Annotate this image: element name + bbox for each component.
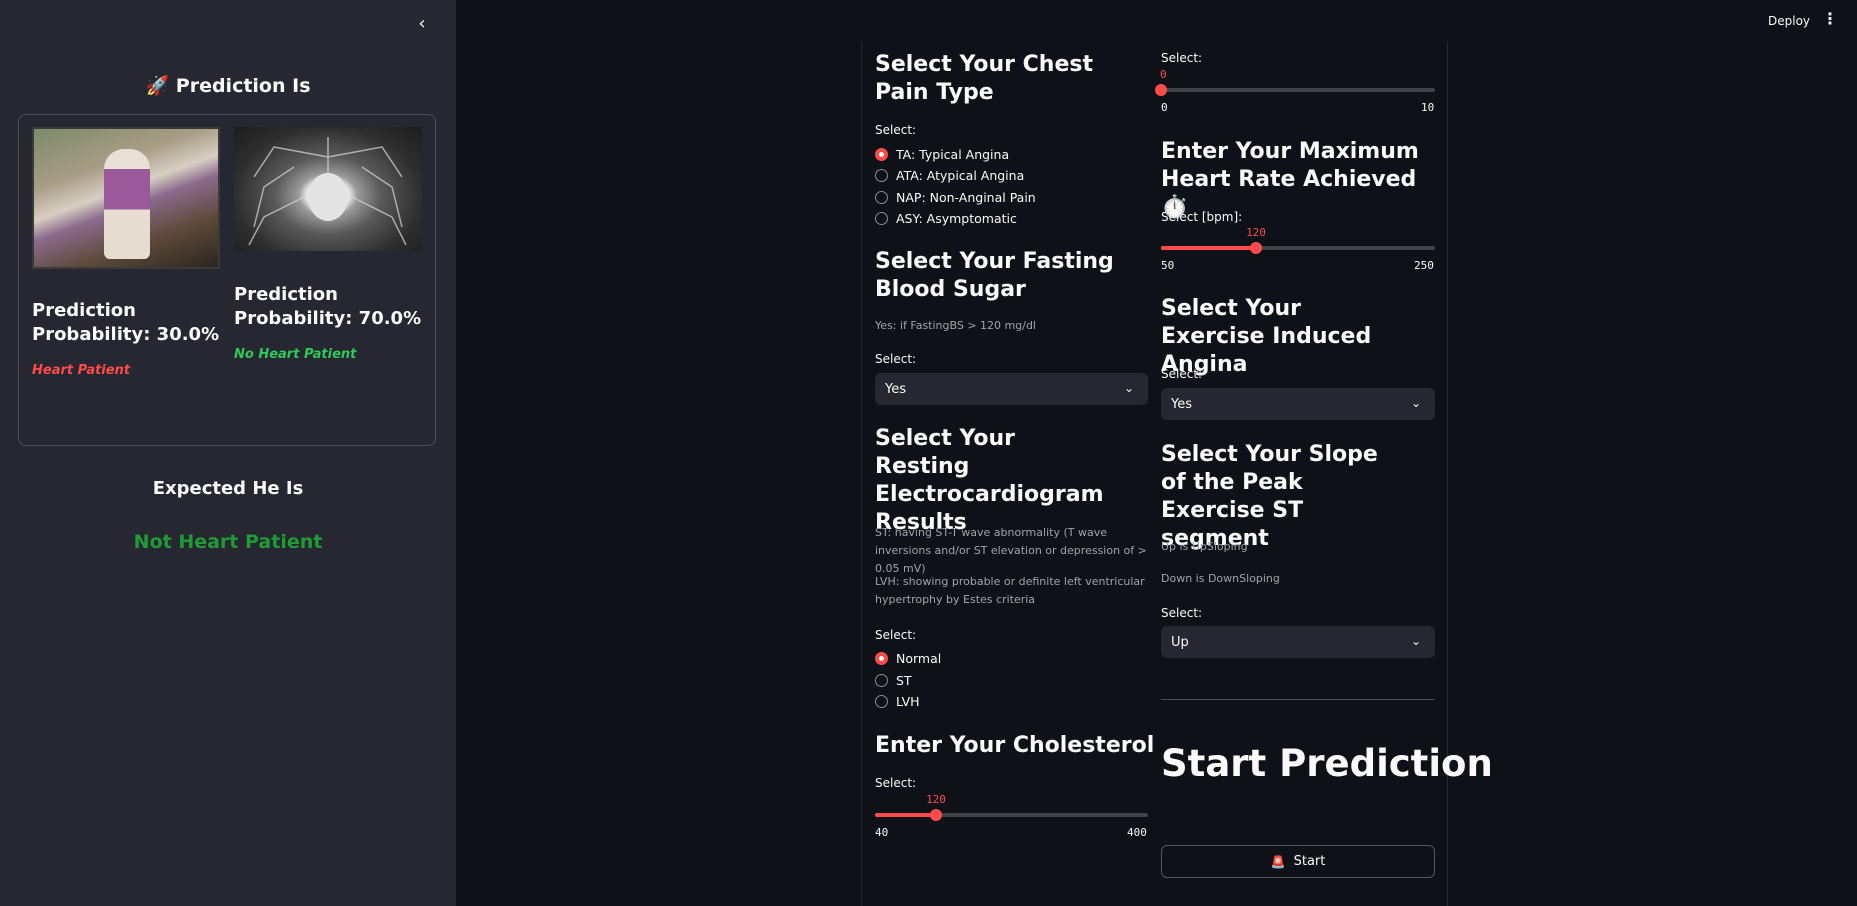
angina-label: Select: [1161, 367, 1203, 381]
oldpeak-slider-value: 0 [1160, 68, 1167, 81]
result-column-2: Prediction Probability: 70.0% No Heart P… [234, 127, 422, 362]
sidebar-title: 🚀 Prediction Is [145, 75, 311, 97]
sidebar: ‹ 🚀 Prediction Is Prediction Probability… [0, 0, 456, 906]
chevron-down-icon: ⌄ [1123, 381, 1134, 395]
deploy-button[interactable]: Deploy [1768, 14, 1810, 28]
fasting-label: Select: [875, 352, 917, 366]
prediction-probability: Prediction Probability: 30.0% [32, 300, 220, 345]
slider-thumb[interactable] [1155, 84, 1167, 96]
ecg-title: Select Your Resting Electrocardiogram Re… [875, 426, 1104, 535]
chevron-down-icon: ⌄ [1410, 396, 1421, 410]
slider-thumb[interactable] [930, 809, 942, 821]
radio-unchecked-icon [875, 191, 888, 204]
radio-unchecked-icon [875, 695, 888, 708]
slider-fill [875, 813, 936, 817]
radio-unchecked-icon [875, 169, 888, 182]
radio-normal[interactable]: Normal [875, 651, 941, 666]
divider [1161, 699, 1435, 700]
ecg-caption-st: ST: having ST-T wave abnormality (T wave… [875, 526, 1147, 575]
siren-icon: 🚨 [1270, 854, 1286, 869]
cholesterol-label: Select: [875, 776, 917, 790]
start-prediction-title: Start Prediction [1161, 742, 1493, 785]
chevron-down-icon: ⌄ [1410, 634, 1421, 648]
radio-atypical-angina[interactable]: ATA: Atypical Angina [875, 168, 1024, 183]
slider-thumb[interactable] [1250, 242, 1262, 254]
main-menu-icon[interactable]: ⋮ [1822, 11, 1838, 27]
max-hr-slider-value: 120 [1246, 226, 1266, 239]
cholesterol-slider-value: 120 [926, 793, 946, 806]
expected-value: Not Heart Patient [133, 531, 323, 553]
radio-asymptomatic[interactable]: ASY: Asymptomatic [875, 211, 1017, 226]
prediction-probability: Prediction Probability: 70.0% [234, 284, 422, 329]
radio-st[interactable]: ST [875, 673, 912, 688]
oldpeak-slider[interactable] [1155, 84, 1435, 96]
oldpeak-slider-max: 10 [1421, 101, 1435, 114]
slope-title: Select Your Slope of the Peak Exercise S… [1161, 442, 1378, 551]
collapse-sidebar-icon[interactable]: ‹ [412, 14, 432, 34]
chest-pain-title: Select Your Chest Pain Type [875, 52, 1093, 105]
result-column-1: Prediction Probability: 30.0% Heart Pati… [32, 127, 220, 378]
max-hr-label: Select [bpm]: [1161, 210, 1243, 224]
prediction-verdict: Heart Patient [32, 363, 131, 378]
cholesterol-title: Enter Your Cholesterol [875, 733, 1155, 758]
radio-unchecked-icon [875, 212, 888, 225]
cholesterol-slider[interactable] [875, 809, 1148, 821]
slider-fill [1161, 246, 1256, 250]
fasting-select[interactable]: Yes ⌄ [875, 373, 1148, 405]
cholesterol-slider-min: 40 [875, 826, 889, 839]
fasting-title: Select Your Fasting Blood Sugar [875, 249, 1114, 302]
chest-pain-label: Select: [875, 123, 917, 137]
fasting-caption: Yes: if FastingBS > 120 mg/dl [875, 319, 1036, 332]
ecg-label: Select: [875, 628, 917, 642]
radio-unchecked-icon [875, 674, 888, 687]
radio-non-anginal-pain[interactable]: NAP: Non-Anginal Pain [875, 190, 1036, 205]
slope-label: Select: [1161, 606, 1203, 620]
oldpeak-slider-min: 0 [1161, 101, 1168, 114]
start-button[interactable]: 🚨 Start [1161, 845, 1435, 878]
cholesterol-slider-max: 400 [1127, 826, 1147, 839]
max-hr-slider[interactable] [1161, 242, 1435, 254]
slope-select[interactable]: Up ⌄ [1161, 626, 1435, 658]
dancing-man-gif [32, 127, 220, 269]
radio-typical-angina[interactable]: TA: Typical Angina [875, 147, 1009, 162]
slope-caption-up: Up is UpSloping [1161, 540, 1248, 553]
slope-caption-down: Down is DownSloping [1161, 572, 1280, 585]
radio-checked-icon [875, 652, 888, 665]
oldpeak-label: Select: [1161, 51, 1203, 65]
container-border-left [861, 42, 862, 906]
radio-checked-icon [875, 148, 888, 161]
prediction-verdict: No Heart Patient [234, 347, 357, 362]
max-hr-slider-max: 250 [1414, 259, 1434, 272]
expected-title: Expected He Is [152, 478, 304, 499]
angina-select[interactable]: Yes ⌄ [1161, 388, 1435, 420]
radio-lvh[interactable]: LVH [875, 694, 920, 709]
max-hr-slider-min: 50 [1161, 259, 1175, 272]
ecg-caption-lvh: LVH: showing probable or definite left v… [875, 575, 1145, 606]
prediction-card: Prediction Probability: 30.0% Heart Pati… [18, 114, 436, 446]
heart-anatomy-gif [234, 127, 422, 251]
